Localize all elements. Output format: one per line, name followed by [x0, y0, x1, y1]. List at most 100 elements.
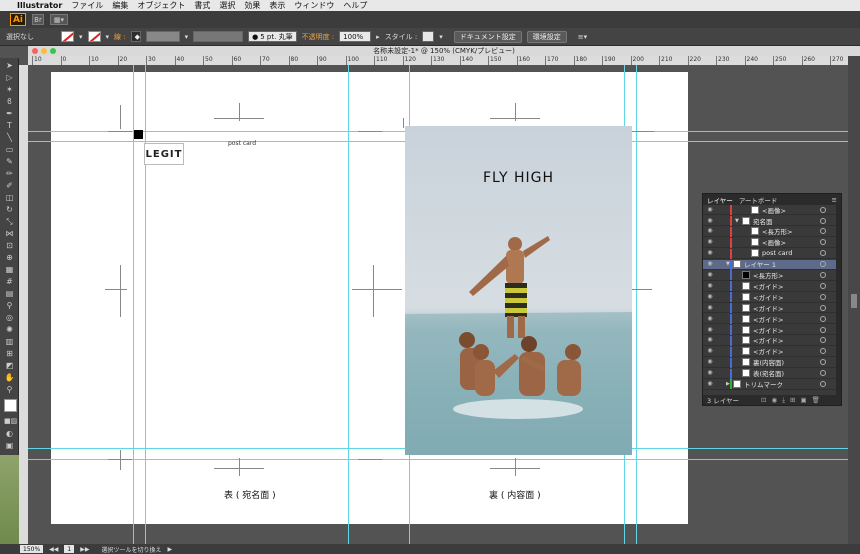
expand-toggle-icon[interactable]: ▼: [726, 261, 730, 267]
perspective-grid-tool-icon[interactable]: ▦: [4, 265, 15, 274]
fill-color-icon[interactable]: [4, 399, 17, 412]
align-options-icon[interactable]: ≡▾: [578, 33, 587, 41]
layer-name[interactable]: <ガイド>: [753, 335, 783, 345]
menu-window[interactable]: ウィンドウ: [294, 0, 334, 11]
visibility-eye-icon[interactable]: ◉: [706, 249, 714, 257]
layer-name[interactable]: <画像>: [762, 205, 786, 215]
layer-row[interactable]: ◉ post card: [703, 248, 836, 259]
fly-high-photo[interactable]: FLY HIGH: [405, 126, 632, 455]
opacity-input[interactable]: 100%: [339, 31, 372, 42]
target-circle-icon[interactable]: [820, 315, 826, 322]
layer-row[interactable]: ◉ ▼ レイヤー 1: [703, 259, 836, 270]
target-circle-icon[interactable]: [820, 272, 826, 279]
document-setup-button[interactable]: ドキュメント設定: [453, 30, 522, 43]
magic-wand-tool-icon[interactable]: ✶: [4, 85, 15, 94]
layer-name[interactable]: レイヤー 1: [744, 259, 776, 269]
layer-name[interactable]: <長方形>: [762, 226, 792, 236]
layer-row[interactable]: ◉ 表(宛名面): [703, 368, 836, 379]
layer-row[interactable]: ◉ <長方形>: [703, 226, 836, 238]
opacity-dropdown-icon[interactable]: ▸: [376, 33, 380, 41]
app-menu[interactable]: Illustrator: [17, 1, 62, 10]
eraser-tool-icon[interactable]: ◫: [4, 193, 15, 202]
target-circle-icon[interactable]: [820, 326, 826, 333]
rotate-tool-icon[interactable]: ↻: [4, 205, 15, 214]
visibility-eye-icon[interactable]: ◉: [706, 380, 714, 388]
scrollbar-thumb[interactable]: [851, 294, 857, 308]
layer-row[interactable]: ◉ ▶ トリムマーク: [703, 379, 836, 390]
layer-name[interactable]: <ガイド>: [753, 346, 783, 356]
visibility-eye-icon[interactable]: ◉: [706, 326, 714, 334]
layer-name[interactable]: <画像>: [762, 237, 786, 247]
pen-tool-icon[interactable]: ✒: [4, 109, 15, 118]
menu-object[interactable]: オブジェクト: [137, 0, 185, 11]
bridge-button[interactable]: Br: [32, 14, 44, 25]
target-circle-icon[interactable]: [820, 293, 826, 300]
guide-vertical[interactable]: [348, 65, 349, 544]
target-circle-icon[interactable]: [820, 282, 826, 289]
screen-mode-icon[interactable]: ▣: [4, 441, 15, 450]
front-caption[interactable]: 表 ( 宛名面 ): [224, 488, 276, 501]
stroke-swatch[interactable]: [87, 31, 101, 42]
target-circle-icon[interactable]: [820, 337, 826, 344]
tab-artboards[interactable]: アートボード: [739, 195, 778, 205]
column-graph-tool-icon[interactable]: ▥: [4, 337, 15, 346]
tab-layers[interactable]: レイヤー: [707, 195, 733, 205]
target-circle-icon[interactable]: [820, 250, 826, 257]
layer-name[interactable]: 宛名面: [753, 216, 773, 226]
gradient-tool-icon[interactable]: ▤: [4, 289, 15, 298]
layer-name[interactable]: 表(宛名面): [753, 368, 784, 378]
layer-row[interactable]: ◉ ▼ 宛名面: [703, 215, 836, 227]
target-circle-icon[interactable]: [820, 206, 826, 213]
panel-menu-icon[interactable]: ≡: [832, 196, 837, 204]
visibility-eye-icon[interactable]: ◉: [706, 304, 714, 312]
menu-type[interactable]: 書式: [194, 0, 210, 11]
visibility-eye-icon[interactable]: ◉: [706, 282, 714, 290]
legit-logo[interactable]: LEGIT: [144, 143, 184, 165]
layer-row[interactable]: ◉ 裏(内容面): [703, 357, 836, 368]
draw-mode-icon[interactable]: ◐: [4, 429, 15, 438]
layer-row[interactable]: ◉ <ガイド>: [703, 292, 836, 303]
rectangle-tool-icon[interactable]: ▭: [4, 145, 15, 154]
target-circle-icon[interactable]: [820, 381, 826, 388]
zoom-level-dropdown[interactable]: 150%: [20, 545, 44, 553]
layer-row[interactable]: ◉ <ガイド>: [703, 314, 836, 325]
layer-row[interactable]: ◉ <画像>: [703, 205, 836, 216]
artboard-number-input[interactable]: 1: [64, 545, 75, 553]
layer-name[interactable]: <ガイド>: [753, 325, 783, 335]
layer-row[interactable]: ◉ <ガイド>: [703, 324, 836, 336]
layer-name[interactable]: 裏(内容面): [753, 357, 784, 367]
layers-scrollbar[interactable]: [836, 205, 841, 397]
style-dropdown-icon[interactable]: ▾: [439, 33, 443, 41]
layer-row[interactable]: ◉ <ガイド>: [703, 281, 836, 292]
layer-row[interactable]: ◉ <画像>: [703, 237, 836, 249]
layer-name[interactable]: <ガイド>: [753, 303, 783, 313]
horizontal-ruler[interactable]: 10 0 10 20 30 40 50 60 70 80 90 100 110 120 130 140 150 1…: [28, 56, 848, 65]
slice-tool-icon[interactable]: ◩: [4, 361, 15, 370]
menu-help[interactable]: ヘルプ: [343, 0, 367, 11]
target-circle-icon[interactable]: [820, 348, 826, 355]
first-artboard-icon[interactable]: ◀◀: [49, 546, 58, 553]
target-circle-icon[interactable]: [820, 228, 826, 235]
direct-selection-tool-icon[interactable]: ▷: [4, 73, 15, 82]
menu-effect[interactable]: 効果: [244, 0, 260, 11]
postcard-label[interactable]: post card: [228, 140, 256, 147]
variable-width-profile[interactable]: [193, 31, 244, 42]
brush-definition-dropdown[interactable]: ● 5 pt. 丸筆: [248, 31, 297, 42]
opacity-label[interactable]: 不透明度 :: [302, 32, 335, 42]
minimize-window-icon[interactable]: [41, 48, 47, 54]
artboard-tool-icon[interactable]: ⊞: [4, 349, 15, 358]
paintbrush-tool-icon[interactable]: ✎: [4, 157, 15, 166]
stroke-label[interactable]: 線 :: [114, 32, 126, 42]
visibility-eye-icon[interactable]: ◉: [706, 336, 714, 344]
menu-view[interactable]: 表示: [269, 0, 285, 11]
vertical-scrollbar[interactable]: [848, 56, 860, 544]
visibility-eye-icon[interactable]: ◉: [706, 293, 714, 301]
layer-row[interactable]: ◉ <長方形>: [703, 270, 836, 281]
vertical-ruler[interactable]: [19, 65, 28, 544]
type-tool-icon[interactable]: T: [4, 121, 15, 130]
target-circle-icon[interactable]: [820, 239, 826, 246]
last-artboard-icon[interactable]: ▶▶: [80, 546, 89, 553]
layer-name[interactable]: <ガイド>: [753, 281, 783, 291]
visibility-eye-icon[interactable]: ◉: [706, 206, 714, 214]
layer-row[interactable]: ◉ <ガイド>: [703, 335, 836, 347]
